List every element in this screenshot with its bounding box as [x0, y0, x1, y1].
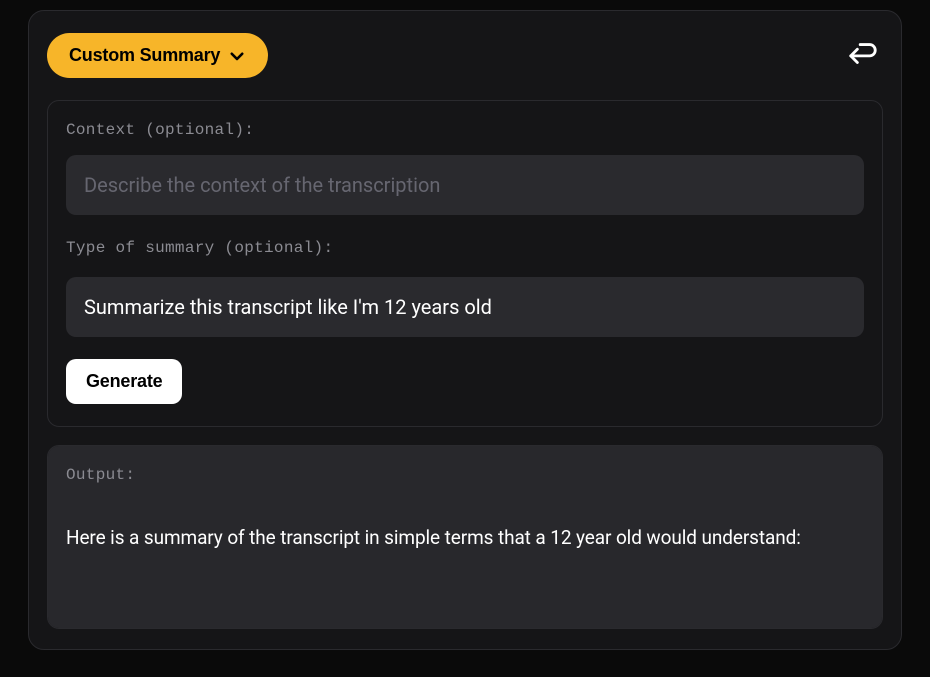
context-label: Context (optional):: [66, 121, 864, 139]
back-arrow-icon: [847, 55, 879, 70]
output-panel[interactable]: Output: Here is a summary of the transcr…: [47, 445, 883, 629]
header: Custom Summary: [47, 33, 883, 78]
output-text: Here is a summary of the transcript in s…: [66, 522, 864, 554]
summary-type-label: Type of summary (optional):: [66, 239, 864, 257]
chevron-down-icon: [228, 47, 246, 65]
back-button[interactable]: [843, 37, 883, 74]
context-input[interactable]: [66, 155, 864, 215]
output-label: Output:: [66, 466, 864, 484]
generate-button[interactable]: Generate: [66, 359, 182, 404]
dropdown-label: Custom Summary: [69, 45, 220, 66]
input-panel: Context (optional): Type of summary (opt…: [47, 100, 883, 427]
main-panel: Custom Summary Context (optional): Type …: [28, 10, 902, 650]
custom-summary-dropdown[interactable]: Custom Summary: [47, 33, 268, 78]
scroll-spacer: [66, 554, 864, 629]
summary-type-input[interactable]: [66, 277, 864, 337]
